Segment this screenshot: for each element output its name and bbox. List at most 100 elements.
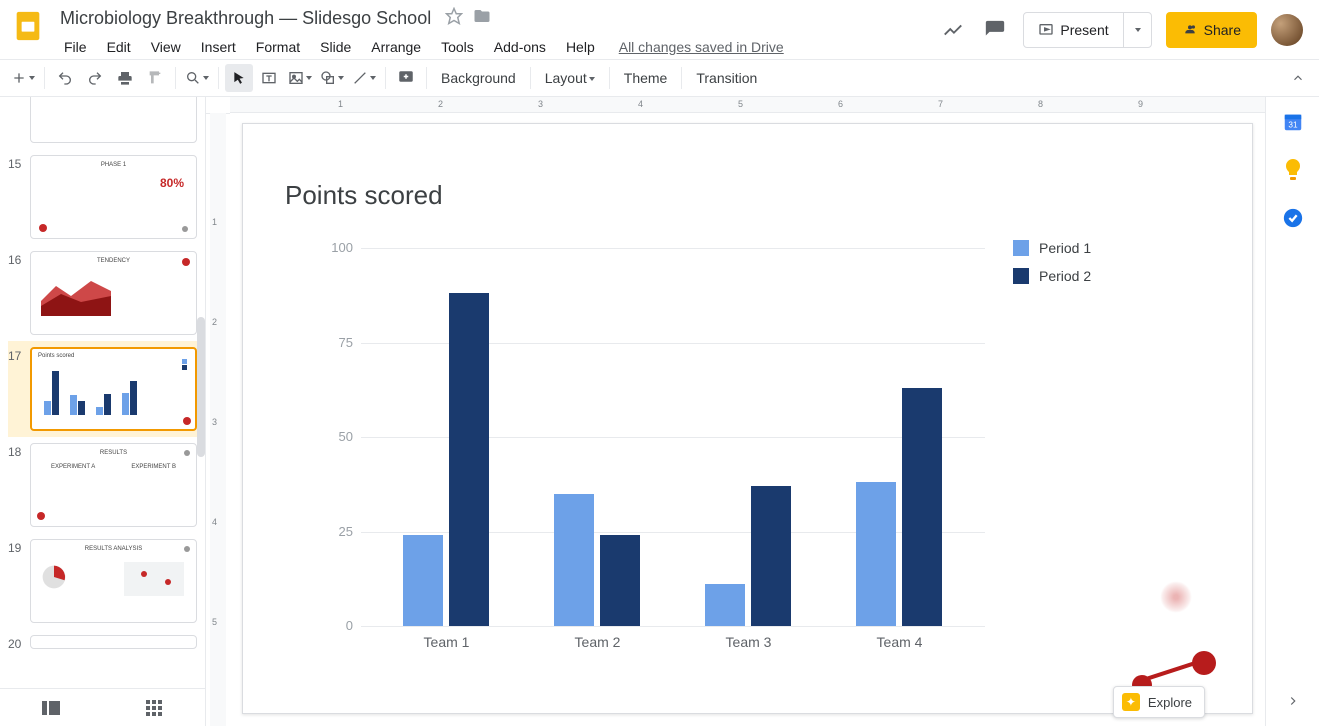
thumb-number: 15 (8, 155, 30, 171)
bar-period2 (902, 388, 942, 626)
keep-addon-icon[interactable] (1280, 157, 1306, 183)
x-category-label: Team 3 (699, 634, 799, 650)
activity-dashboard-icon[interactable] (939, 16, 967, 44)
transition-button[interactable]: Transition (688, 64, 765, 92)
bar-period2 (600, 535, 640, 626)
ruler-mark: 7 (938, 99, 943, 109)
bar-period2 (449, 293, 489, 626)
ruler-mark: 5 (212, 617, 217, 627)
svg-text:31: 31 (1288, 121, 1298, 130)
filmstrip-scrollbar[interactable] (197, 97, 205, 688)
bar-period1 (554, 494, 594, 626)
bar-period2 (751, 486, 791, 626)
new-slide-button[interactable] (8, 64, 38, 92)
ruler-mark: 6 (838, 99, 843, 109)
horizontal-ruler: 1 2 3 4 5 6 7 8 9 (230, 97, 1265, 113)
explore-button[interactable]: ✦ Explore (1113, 686, 1205, 718)
explore-label: Explore (1148, 695, 1192, 710)
slide-thumbnail-15[interactable]: PHASE 1 80% (30, 155, 197, 239)
thumb-stat: 80% (160, 176, 184, 190)
side-panel-rail: 31 (1265, 97, 1319, 726)
x-category-label: Team 1 (397, 634, 497, 650)
layout-label: Layout (545, 70, 587, 86)
ruler-mark: 3 (538, 99, 543, 109)
textbox-tool[interactable] (255, 64, 283, 92)
shape-tool[interactable] (317, 64, 347, 92)
thumb-number: 17 (8, 347, 30, 363)
thumb-title: RESULTS ANALYSIS (31, 546, 196, 552)
bar-period1 (705, 584, 745, 626)
slide-thumbnail-16[interactable]: TENDENCY (30, 251, 197, 335)
tasks-addon-icon[interactable] (1280, 205, 1306, 231)
legend-label: Period 1 (1039, 240, 1091, 256)
thumb-number: 20 (8, 635, 30, 651)
chart-legend: Period 1 Period 2 (1013, 240, 1091, 296)
hide-menus-button[interactable] (1285, 65, 1311, 91)
y-tick-label: 0 (305, 618, 353, 633)
slide-thumbnail[interactable]: RESEARCHCONCLUSIONPROCESS (30, 97, 197, 143)
paint-format-button[interactable] (141, 64, 169, 92)
present-button[interactable]: Present (1024, 13, 1122, 47)
ruler-mark: 9 (1138, 99, 1143, 109)
slide[interactable]: Points scored 0255075100Team 1Team 2Team… (242, 123, 1253, 714)
slide-thumbnail-19[interactable]: RESULTS ANALYSIS (30, 539, 197, 623)
ruler-mark: 5 (738, 99, 743, 109)
thumb-title: PHASE 1 (31, 162, 196, 168)
thumb-title: Points scored (38, 353, 74, 359)
menu-file[interactable]: File (56, 35, 95, 59)
grid-view-icon[interactable] (140, 694, 168, 722)
legend-swatch-period1 (1013, 240, 1029, 256)
theme-button[interactable]: Theme (616, 64, 676, 92)
image-tool[interactable] (285, 64, 315, 92)
menu-view[interactable]: View (143, 35, 189, 59)
save-status[interactable]: All changes saved in Drive (619, 39, 784, 59)
show-side-panel-button[interactable] (1280, 688, 1306, 714)
y-tick-label: 50 (305, 429, 353, 444)
chart-title: Points scored (285, 180, 443, 211)
account-avatar[interactable] (1271, 14, 1303, 46)
zoom-button[interactable] (182, 64, 212, 92)
thumb-title: TENDENCY (31, 258, 196, 264)
move-folder-icon[interactable] (473, 7, 491, 30)
menu-format[interactable]: Format (248, 35, 308, 59)
layout-button[interactable]: Layout (537, 64, 603, 92)
menu-insert[interactable]: Insert (193, 35, 244, 59)
bar-period1 (403, 535, 443, 626)
menu-addons[interactable]: Add-ons (486, 35, 554, 59)
ruler-mark: 4 (212, 517, 217, 527)
toolbar: Background Layout Theme Transition (0, 59, 1319, 97)
present-dropdown[interactable] (1123, 13, 1151, 47)
share-button[interactable]: Share (1166, 12, 1257, 48)
comments-icon[interactable] (981, 16, 1009, 44)
menu-edit[interactable]: Edit (99, 35, 139, 59)
add-comment-button[interactable] (392, 64, 420, 92)
slide-thumbnail-20[interactable] (30, 635, 197, 649)
redo-button[interactable] (81, 64, 109, 92)
background-button[interactable]: Background (433, 64, 524, 92)
menu-tools[interactable]: Tools (433, 35, 482, 59)
legend-swatch-period2 (1013, 268, 1029, 284)
line-tool[interactable] (349, 64, 379, 92)
menu-slide[interactable]: Slide (312, 35, 359, 59)
ruler-mark: 2 (212, 317, 217, 327)
calendar-addon-icon[interactable]: 31 (1280, 109, 1306, 135)
menu-help[interactable]: Help (558, 35, 603, 59)
slides-logo[interactable] (8, 6, 48, 46)
chart[interactable]: 0255075100Team 1Team 2Team 3Team 4 (305, 234, 985, 654)
filmstrip: RESEARCHCONCLUSIONPROCESS 15 PHASE 1 80%… (0, 97, 206, 726)
share-label: Share (1204, 22, 1241, 38)
y-tick-label: 75 (305, 335, 353, 350)
slide-thumbnail-17[interactable]: Points scored (30, 347, 197, 431)
thumb-number: 18 (8, 443, 30, 459)
menu-bar: File Edit View Insert Format Slide Arran… (56, 35, 603, 59)
slide-thumbnail-18[interactable]: RESULTS EXPERIMENT A EXPERIMENT B (30, 443, 197, 527)
ruler-mark: 8 (1038, 99, 1043, 109)
legend-label: Period 2 (1039, 268, 1091, 284)
menu-arrange[interactable]: Arrange (363, 35, 429, 59)
undo-button[interactable] (51, 64, 79, 92)
star-icon[interactable] (445, 7, 463, 30)
doc-title[interactable]: Microbiology Breakthrough — Slidesgo Sch… (56, 6, 435, 31)
print-button[interactable] (111, 64, 139, 92)
select-tool[interactable] (225, 64, 253, 92)
filmstrip-view-icon[interactable] (37, 694, 65, 722)
